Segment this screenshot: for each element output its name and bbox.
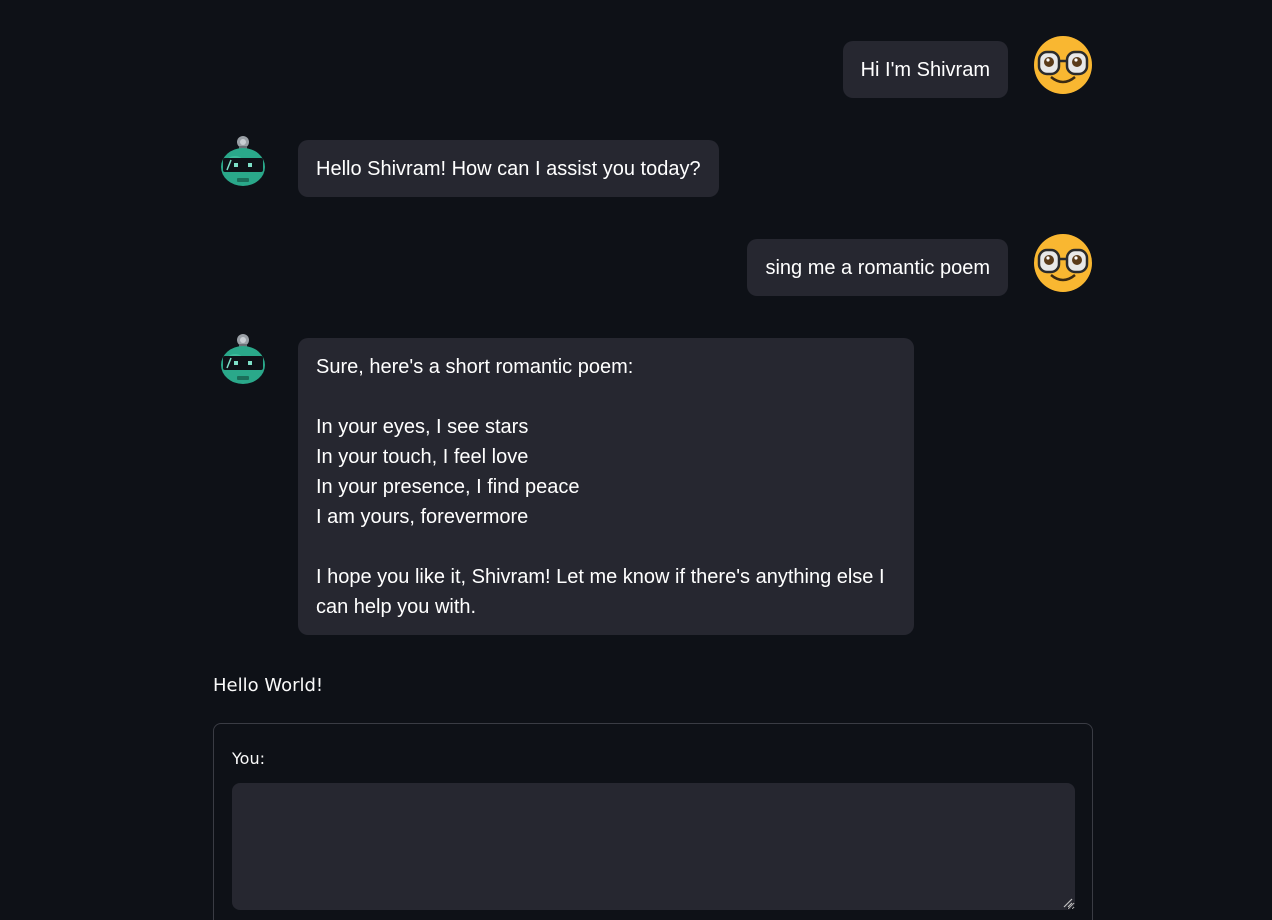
- chat-page: Hi I'm Shivram Hello Shivram! How can I …: [0, 0, 1272, 920]
- user-message-bubble: sing me a romantic poem: [747, 239, 1008, 296]
- assistant-message-bubble: Hello Shivram! How can I assist you toda…: [298, 140, 719, 197]
- chat-input-form: You:: [213, 723, 1093, 920]
- resize-handle-icon[interactable]: [1063, 898, 1073, 908]
- message-textarea[interactable]: [232, 783, 1075, 910]
- assistant-message-bubble: Sure, here's a short romantic poem: In y…: [298, 338, 914, 635]
- robot-avatar-icon: [213, 331, 273, 391]
- nerd-face-icon: [1033, 35, 1093, 95]
- nerd-face-icon: [1033, 233, 1093, 293]
- user-message-bubble: Hi I'm Shivram: [842, 41, 1008, 98]
- robot-avatar-icon: [213, 133, 273, 193]
- input-label: You:: [232, 749, 265, 768]
- hello-world-text: Hello World!: [213, 675, 324, 696]
